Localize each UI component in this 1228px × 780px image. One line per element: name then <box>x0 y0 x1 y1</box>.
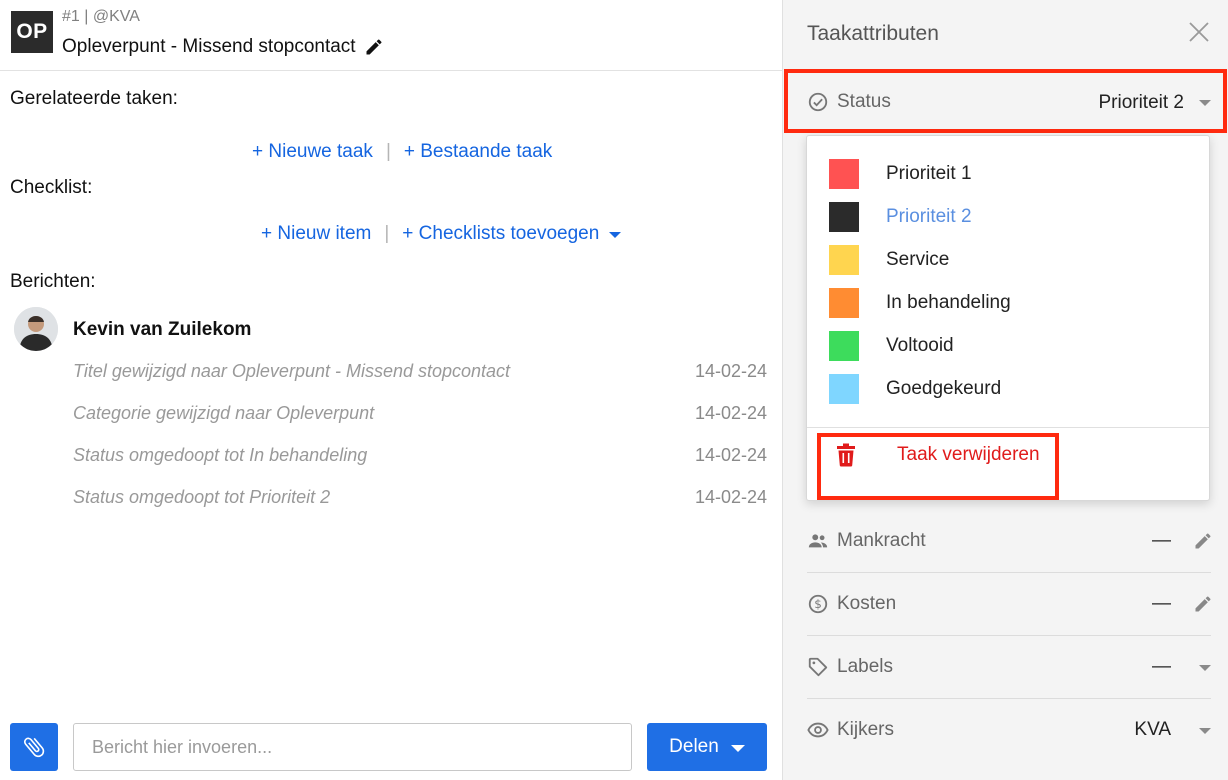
attribute-value: KVA <box>1134 719 1171 740</box>
related-tasks-label: Gerelateerde taken: <box>10 88 178 109</box>
task-meta: #1 | @KVA <box>62 8 140 25</box>
caret-down-icon[interactable] <box>1199 728 1211 734</box>
paperclip-icon <box>23 737 45 758</box>
message-text: Categorie gewijzigd naar Opleverpunt <box>73 403 375 423</box>
attribute-label: Kijkers <box>837 719 895 740</box>
messages-label: Berichten: <box>10 271 96 292</box>
task-title-row: Opleverpunt - Missend stopcontact <box>62 36 384 58</box>
caret-down-icon[interactable] <box>1199 665 1211 671</box>
task-title: Opleverpunt - Missend stopcontact <box>62 36 356 57</box>
status-option-label: Goedgekeurd <box>886 377 1002 399</box>
status-field[interactable]: Status Prioriteit 2 <box>783 69 1228 134</box>
panel-title: Taakattributen <box>807 22 939 45</box>
list-item: Status omgedoopt tot In behandeling 14-0… <box>73 445 767 466</box>
status-option-voltooid[interactable]: Voltooid <box>807 324 1209 367</box>
avatar <box>14 307 58 351</box>
status-option-label: Prioriteit 1 <box>886 162 972 184</box>
category-badge: OP <box>11 11 53 53</box>
divider <box>807 427 1209 428</box>
status-option-service[interactable]: Service <box>807 238 1209 281</box>
message-author: Kevin van Zuilekom <box>73 319 252 340</box>
attribute-row-kijkers: Kijkers KVA <box>807 699 1211 762</box>
message-date: 14-02-24 <box>694 403 767 423</box>
task-header: OP #1 | @KVA Opleverpunt - Missend stopc… <box>0 0 782 71</box>
edit-pencil-icon[interactable] <box>1193 594 1213 614</box>
status-option-prioriteit-1[interactable]: Prioriteit 1 <box>807 152 1209 195</box>
new-task-link[interactable]: + Nieuwe taak <box>252 141 373 163</box>
message-input[interactable] <box>73 723 632 771</box>
status-option-label: In behandeling <box>886 291 1011 313</box>
color-swatch <box>829 287 859 318</box>
message-text: Status omgedoopt tot Prioriteit 2 <box>73 487 331 507</box>
status-highlight-box <box>784 69 1227 133</box>
existing-task-link[interactable]: + Bestaande taak <box>404 141 552 163</box>
attach-button[interactable] <box>10 723 58 771</box>
message-date: 14-02-24 <box>694 487 767 507</box>
attribute-label: Mankracht <box>837 530 926 551</box>
attribute-value: — <box>1152 530 1171 551</box>
list-item: Categorie gewijzigd naar Opleverpunt 14-… <box>73 403 767 424</box>
status-option-prioriteit-2[interactable]: Prioriteit 2 <box>807 195 1209 238</box>
checklist-actions: + Nieuw item | + Checklists toevoegen <box>261 223 622 245</box>
share-button[interactable]: Delen <box>647 723 767 771</box>
attribute-label: Kosten <box>837 593 897 614</box>
status-option-goedgekeurd[interactable]: Goedgekeurd <box>807 367 1209 410</box>
delete-highlight-box <box>817 433 1059 500</box>
attribute-row-kosten: $ Kosten — <box>807 573 1211 636</box>
attribute-row-labels: Labels — <box>807 636 1211 699</box>
checklist-label: Checklist: <box>10 177 93 198</box>
close-icon[interactable] <box>1187 20 1211 44</box>
message-date: 14-02-24 <box>694 361 767 381</box>
svg-text:$: $ <box>814 597 822 611</box>
share-label: Delen <box>669 736 719 757</box>
caret-down-icon <box>730 744 745 752</box>
color-swatch <box>829 158 859 189</box>
color-swatch <box>829 330 859 361</box>
list-item: Titel gewijzigd naar Opleverpunt - Misse… <box>73 361 767 382</box>
attribute-row-mankracht: Mankracht — <box>807 510 1211 573</box>
color-swatch <box>829 201 859 232</box>
attribute-value: — <box>1152 656 1171 677</box>
attribute-value: — <box>1152 593 1171 614</box>
related-tasks-actions: + Nieuwe taak | + Bestaande taak <box>252 141 552 163</box>
status-option-label: Voltooid <box>886 334 954 356</box>
message-text: Titel gewijzigd naar Opleverpunt - Misse… <box>73 361 511 381</box>
color-swatch <box>829 373 859 404</box>
add-checklists-label: + Checklists toevoegen <box>402 223 600 244</box>
separator: | <box>385 141 391 162</box>
message-date: 14-02-24 <box>694 445 767 465</box>
attribute-label: Labels <box>837 656 893 677</box>
message-text: Status omgedoopt tot In behandeling <box>73 445 368 465</box>
new-item-link[interactable]: + Nieuw item <box>261 223 371 245</box>
add-checklists-dropdown[interactable]: + Checklists toevoegen <box>402 223 622 245</box>
separator: | <box>384 223 390 244</box>
dollar-icon: $ <box>808 594 828 614</box>
eye-icon <box>807 722 829 738</box>
tag-icon <box>808 657 828 677</box>
list-item: Status omgedoopt tot Prioriteit 2 14-02-… <box>73 487 767 508</box>
task-detail-pane: OP #1 | @KVA Opleverpunt - Missend stopc… <box>0 0 782 780</box>
people-icon <box>808 534 828 548</box>
color-swatch <box>829 244 859 275</box>
caret-down-icon <box>609 232 622 238</box>
edit-title-pencil-icon[interactable] <box>364 37 384 57</box>
status-option-in-behandeling[interactable]: In behandeling <box>807 281 1209 324</box>
edit-pencil-icon[interactable] <box>1193 531 1213 551</box>
status-dropdown-menu: Prioriteit 1 Prioriteit 2 Service In beh… <box>806 135 1210 501</box>
status-option-label: Service <box>886 248 950 270</box>
status-option-label: Prioriteit 2 <box>886 205 972 227</box>
